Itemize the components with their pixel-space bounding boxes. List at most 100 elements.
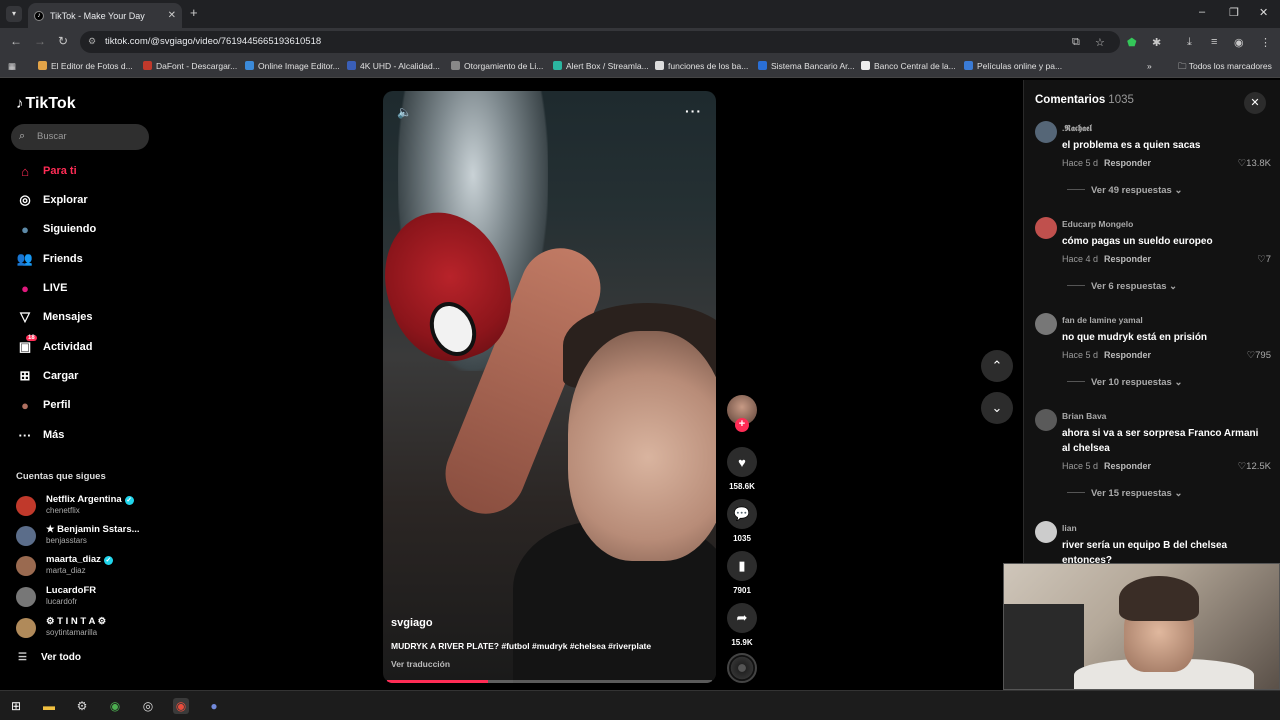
nav-item-explorar[interactable]: ◎ Explorar — [16, 189, 87, 211]
site-info-icon[interactable]: ⚙ — [88, 36, 96, 47]
start-icon[interactable]: ⊞ — [8, 698, 24, 714]
address-bar[interactable]: ⚙ tiktok.com/@svgiago/video/761944566519… — [80, 31, 1120, 53]
see-all-link[interactable]: ☰ Ver todo — [18, 652, 81, 663]
reload-button[interactable]: ↻ — [58, 34, 68, 48]
nav-item-para-ti[interactable]: ⌂ Para ti — [16, 160, 77, 182]
reply-button[interactable]: Responder — [1104, 254, 1151, 264]
next-video-button[interactable]: ⌄ — [981, 392, 1013, 424]
commenter-name[interactable]: .𝕽𝖆𝖈𝖍𝖆𝖊𝖑 — [1062, 123, 1092, 134]
back-button[interactable]: ← — [10, 34, 22, 48]
file-explorer-icon[interactable]: ▬ — [41, 698, 57, 714]
volume-icon[interactable]: 🔈 — [397, 105, 412, 119]
reply-button[interactable]: Responder — [1104, 350, 1151, 360]
nav-item-más[interactable]: ··· Más — [16, 424, 65, 446]
shield-extension-icon[interactable]: ⬟ — [1127, 36, 1137, 49]
more-options-icon[interactable]: ··· — [685, 103, 702, 119]
commenter-avatar[interactable] — [1035, 313, 1057, 335]
share-button[interactable]: ➦ 15.9K — [725, 603, 759, 647]
reply-button[interactable]: Responder — [1104, 461, 1151, 471]
restore-button[interactable]: ❐ — [1229, 6, 1239, 19]
bookmark-label: 4K UHD - Alcalidad... — [360, 61, 440, 71]
close-comments-button[interactable]: ✕ — [1244, 92, 1266, 114]
extensions-icon[interactable]: ✱ — [1152, 36, 1161, 49]
minimize-button[interactable]: – — [1199, 6, 1205, 18]
music-disc-icon[interactable] — [727, 653, 757, 683]
following-account[interactable]: LucardoFR lucardofr — [16, 585, 146, 611]
close-tab-icon[interactable]: ✕ — [168, 10, 176, 21]
new-tab-button[interactable]: + — [190, 5, 198, 20]
search-input[interactable]: ⌕ Buscar — [11, 124, 149, 150]
follow-plus-icon[interactable]: + — [735, 418, 749, 432]
translate-link[interactable]: Ver traducción — [391, 659, 450, 669]
reply-button[interactable]: Responder — [1104, 158, 1151, 168]
commenter-avatar[interactable] — [1035, 121, 1057, 143]
bookmark-item[interactable]: Otorgamiento de Li... — [451, 61, 543, 71]
chrome-active-icon[interactable]: ◉ — [173, 698, 189, 714]
apps-grid-icon[interactable]: ▦ — [8, 61, 16, 72]
commenter-name[interactable]: Brian Bava — [1062, 411, 1106, 421]
forward-button[interactable]: → — [34, 34, 46, 48]
comment-text: el problema es a quien sacas — [1062, 140, 1201, 151]
commenter-name[interactable]: Educarp Mongelo — [1062, 219, 1133, 229]
comment-like-button[interactable]: ♡7 — [1257, 254, 1271, 265]
commenter-avatar[interactable] — [1035, 217, 1057, 239]
bookmark-item[interactable]: Banco Central de la... — [861, 61, 956, 71]
bookmark-star-icon[interactable]: ☆ — [1095, 36, 1105, 49]
nav-item-perfil[interactable]: ● Perfil — [16, 394, 70, 416]
following-account[interactable]: ★ Benjamin Sstars... benjasstars — [16, 524, 146, 550]
browser-tab-strip: ▾ ♪ TikTok - Make Your Day ✕ + – ❐ ✕ — [0, 0, 1280, 28]
menu-kebab-icon[interactable]: ⋮ — [1260, 36, 1271, 49]
video-author[interactable]: svgiago — [391, 617, 433, 629]
obs-icon[interactable]: ◎ — [140, 698, 156, 714]
commenter-avatar[interactable] — [1035, 409, 1057, 431]
view-replies-button[interactable]: Ver 6 respuestas ⌄ — [1067, 281, 1177, 292]
bookmark-item[interactable]: El Editor de Fotos d... — [38, 61, 133, 71]
download-icon[interactable]: ⤓ — [1187, 36, 1192, 49]
profile-avatar-icon[interactable]: ◉ — [1234, 36, 1244, 49]
video-progress-bar[interactable] — [387, 680, 712, 683]
following-account[interactable]: Netflix Argentina ✓ chenetflix — [16, 494, 146, 520]
discord-icon[interactable]: ● — [206, 698, 222, 714]
commenter-name[interactable]: fan de lamine yamal — [1062, 315, 1143, 325]
bookmark-item[interactable]: funciones de los ba... — [655, 61, 748, 71]
view-replies-label: Ver 49 respuestas — [1091, 185, 1172, 196]
bookmark-item[interactable]: DaFont - Descargar... — [143, 61, 237, 71]
video-player[interactable]: 🔈 ··· svgiago MUDRYK A RIVER PLATE? #fut… — [383, 91, 716, 683]
tiktok-logo[interactable]: ♪ TikTok — [16, 95, 78, 113]
following-account[interactable]: maarta_diaz ✓ marta_diaz — [16, 554, 146, 580]
save-button[interactable]: ▮ 7901 — [725, 551, 759, 595]
bookmark-item[interactable]: Películas online y pa... — [964, 61, 1062, 71]
nav-item-actividad[interactable]: ▣ 18 Actividad — [16, 335, 93, 358]
view-replies-button[interactable]: Ver 15 respuestas ⌄ — [1067, 488, 1182, 499]
nav-item-siguiendo[interactable]: ● Siguiendo — [16, 218, 96, 240]
tab-search-button[interactable]: ▾ — [6, 6, 22, 22]
bookmark-item[interactable]: Sistema Bancario Ar... — [758, 61, 855, 71]
view-replies-button[interactable]: Ver 10 respuestas ⌄ — [1067, 377, 1182, 388]
nav-item-cargar[interactable]: ⊞ Cargar — [16, 365, 79, 387]
like-button[interactable]: ♥ 158.6K — [725, 447, 759, 491]
comment-like-button[interactable]: ♡12.5K — [1238, 461, 1271, 472]
close-window-button[interactable]: ✕ — [1259, 6, 1268, 19]
install-app-icon[interactable]: ⧉ — [1072, 36, 1080, 49]
nav-item-mensajes[interactable]: ▽ Mensajes — [16, 306, 93, 328]
media-control-icon[interactable]: ≡ — [1211, 36, 1217, 48]
commenter-name[interactable]: lian — [1062, 523, 1077, 533]
bookmark-item[interactable]: 4K UHD - Alcalidad... — [347, 61, 440, 71]
nav-item-friends[interactable]: 👥 Friends — [16, 248, 83, 270]
bookmark-item[interactable]: Online Image Editor... — [245, 61, 340, 71]
bookmark-item[interactable]: Alert Box / Streamla... — [553, 61, 649, 71]
following-account[interactable]: ⚙ T I N T A ⚙ soytintamarilla — [16, 616, 146, 642]
more-bookmarks-icon[interactable]: » — [1147, 61, 1152, 71]
chrome-icon[interactable]: ◉ — [107, 698, 123, 714]
previous-video-button[interactable]: ⌃ — [981, 350, 1013, 382]
comment-like-button[interactable]: ♡795 — [1247, 350, 1271, 361]
browser-tab[interactable]: ♪ TikTok - Make Your Day ✕ — [28, 3, 182, 28]
more-icon: ··· — [18, 427, 32, 443]
commenter-avatar[interactable] — [1035, 521, 1057, 543]
comment-button[interactable]: 💬 1035 — [725, 499, 759, 543]
nav-item-live[interactable]: ● LIVE — [16, 277, 67, 299]
comment-like-button[interactable]: ♡13.8K — [1238, 158, 1271, 169]
settings-icon[interactable]: ⚙ — [74, 698, 90, 714]
view-replies-button[interactable]: Ver 49 respuestas ⌄ — [1067, 185, 1182, 196]
all-bookmarks-folder[interactable]: 🗀 Todos los marcadores — [1178, 61, 1272, 75]
